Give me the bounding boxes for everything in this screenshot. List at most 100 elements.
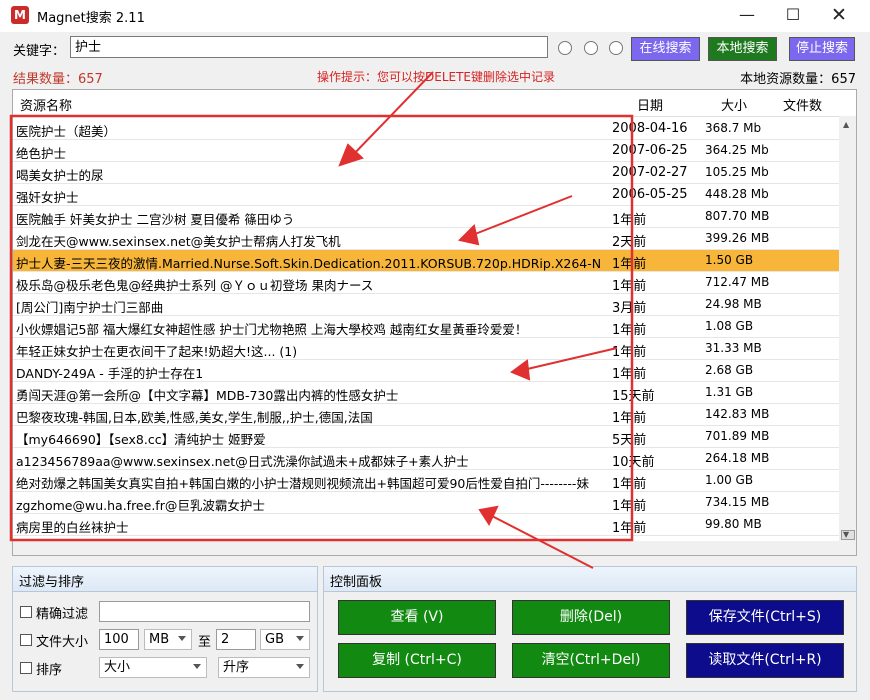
- column-header-file-count[interactable]: 文件数: [783, 95, 822, 114]
- table-row[interactable]: a123456789aa@www.sexinsex.net@日式洗澡你試過未+成…: [13, 448, 840, 470]
- load-file-button[interactable]: 读取文件(Ctrl+R): [686, 643, 844, 678]
- row-name: [周公门]南宁护士门三部曲: [16, 300, 164, 315]
- clear-button[interactable]: 清空(Ctrl+Del): [512, 643, 670, 678]
- row-name: 巴黎夜玫瑰-韩国,日本,欧美,性感,美女,学生,制服,,护士,德国,法国: [16, 410, 373, 425]
- row-name: 病房里的白丝袜护士: [16, 520, 129, 535]
- row-name: a123456789aa@www.sexinsex.net@日式洗澡你試過未+成…: [16, 454, 469, 469]
- row-size: 368.7 Mb: [705, 121, 762, 135]
- keyword-label: 关键字：: [13, 44, 66, 59]
- row-size: 807.70 MB: [705, 209, 770, 223]
- stop-search-button[interactable]: 停止搜索: [789, 37, 855, 61]
- size-max-unit-select[interactable]: GB: [260, 629, 310, 650]
- row-date: 15天前: [612, 389, 655, 404]
- row-date: 2007-02-27: [612, 165, 688, 180]
- size-min-unit-value: MB: [149, 632, 170, 647]
- table-row[interactable]: 绝对劲爆之韩国美女真实自拍+韩国白嫩的小护士潜规则视频流出+韩国超可爱90后性爱…: [13, 470, 840, 492]
- sort-field-select[interactable]: 大小: [99, 657, 207, 678]
- row-date: 1年前: [612, 345, 647, 360]
- table-row[interactable]: DANDY-249A - 手淫的护士存在1 1年前 2.68 GB: [13, 360, 840, 382]
- exact-filter-checkbox[interactable]: [20, 606, 32, 618]
- sort-checkbox[interactable]: [20, 662, 32, 674]
- table-row[interactable]: 剑龙在天@www.sexinsex.net@美女护士帮病人打发飞机 2天前 399.…: [13, 228, 840, 250]
- radio-option-3[interactable]: [609, 41, 623, 55]
- maximize-button[interactable]: ☐: [770, 0, 816, 32]
- sort-label: 排序: [36, 663, 63, 678]
- title-bar: M Magnet搜索 2.11 — ☐ ✕: [0, 0, 870, 32]
- table-row[interactable]: zgzhome@wu.ha.free.fr@巨乳波霸女护士 1年前 734.15 M…: [13, 492, 840, 514]
- scroll-up-arrow-icon[interactable]: ▲: [843, 120, 849, 129]
- result-count: 结果数量：657: [13, 72, 103, 87]
- row-size: 2.68 GB: [705, 363, 754, 377]
- size-min-input[interactable]: 100: [99, 629, 139, 650]
- row-date: 1年前: [612, 323, 647, 338]
- row-name: 强奸女护士: [16, 190, 79, 205]
- table-row[interactable]: 勇闯天涯@第一会所@【中文字幕】MDB-730露出内裤的性感女护士 15天前 1.3…: [13, 382, 840, 404]
- radio-option-1[interactable]: [558, 41, 572, 55]
- table-row[interactable]: 绝色护士 2007-06-25 364.25 Mb: [13, 140, 840, 162]
- table-row[interactable]: 喝美女护士的尿 2007-02-27 105.25 Mb: [13, 162, 840, 184]
- file-size-label: 文件大小: [36, 635, 89, 650]
- copy-button[interactable]: 复制 (Ctrl+C): [338, 643, 496, 678]
- horizontal-scrollbar[interactable]: [13, 541, 856, 555]
- online-search-button[interactable]: 在线搜索: [631, 37, 700, 61]
- row-date: 1年前: [612, 521, 647, 536]
- row-name: zgzhome@wu.ha.free.fr@巨乳波霸女护士: [16, 498, 265, 513]
- table-row[interactable]: 医院触手 奸美女护士 二宫沙树 夏目優希 篠田ゆう 1年前 807.70 MB: [13, 206, 840, 228]
- table-row[interactable]: 巴黎夜玫瑰-韩国,日本,欧美,性感,美女,学生,制服,,护士,德国,法国 1年前 1…: [13, 404, 840, 426]
- minimize-button[interactable]: —: [724, 0, 770, 32]
- size-max-unit-value: GB: [265, 632, 284, 647]
- row-date: 1年前: [612, 257, 647, 272]
- exact-filter-input[interactable]: [99, 601, 310, 622]
- row-name: 医院护士（超美）: [16, 124, 117, 139]
- table-row[interactable]: 医院护士（超美） 2008-04-16 368.7 Mb: [13, 118, 840, 140]
- row-date: 5天前: [612, 433, 647, 448]
- table-header: 资源名称 日期 大小 文件数: [13, 90, 840, 117]
- delete-button[interactable]: 删除(Del): [512, 600, 670, 635]
- local-search-button[interactable]: 本地搜索: [708, 37, 777, 61]
- row-size: 264.18 MB: [705, 451, 770, 465]
- row-size: 701.89 MB: [705, 429, 770, 443]
- row-date: 2天前: [612, 235, 647, 250]
- column-header-date[interactable]: 日期: [637, 95, 663, 114]
- row-date: 3月前: [612, 301, 647, 316]
- file-size-checkbox[interactable]: [20, 634, 32, 646]
- table-row[interactable]: [周公门]南宁护士门三部曲 3月前 24.98 MB: [13, 294, 840, 316]
- view-button[interactable]: 查看 (V): [338, 600, 496, 635]
- table-row[interactable]: 【my646690】【sex8.cc】清纯护士 姬野爱 5天前 701.89 MB: [13, 426, 840, 448]
- column-header-size[interactable]: 大小: [721, 95, 747, 114]
- table-row[interactable]: 病房里的白丝袜护士 1年前 99.80 MB: [13, 514, 840, 536]
- row-size: 1.00 GB: [705, 473, 754, 487]
- row-date: 1年前: [612, 499, 647, 514]
- row-date: 1年前: [612, 279, 647, 294]
- row-size: 105.25 Mb: [705, 165, 769, 179]
- close-button[interactable]: ✕: [816, 0, 862, 32]
- column-header-name[interactable]: 资源名称: [20, 95, 72, 114]
- size-min-unit-select[interactable]: MB: [144, 629, 192, 650]
- size-to-label: 至: [198, 635, 212, 650]
- table-row[interactable]: 年轻正妹女护士在更衣间干了起来!奶超大!这... (1) 1年前 31.33 MB: [13, 338, 840, 360]
- chevron-down-icon: [193, 664, 201, 669]
- operation-hint: 操作提示：您可以按DELETE键删除选中记录: [317, 70, 556, 84]
- row-size: 399.26 MB: [705, 231, 770, 245]
- sort-order-select[interactable]: 升序: [218, 657, 310, 678]
- table-row[interactable]: 护士人妻-三天三夜的激情.Married.Nurse.Soft.Skin.Ded…: [13, 250, 840, 272]
- table-row[interactable]: 小伙嫖娼记5部 福大爆红女神超性感 护士门尤物艳照 上海大學校鸡 越南红女星黃垂…: [13, 316, 840, 338]
- size-max-input[interactable]: 2: [216, 629, 256, 650]
- row-size: 448.28 Mb: [705, 187, 769, 201]
- row-name: 极乐岛@极乐老色鬼@经典护士系列 @Ｙｏｕ初登场 果肉ナース: [16, 278, 374, 293]
- vertical-scrollbar[interactable]: ▲ ▼: [839, 116, 856, 541]
- row-name: 医院触手 奸美女护士 二宫沙树 夏目優希 篠田ゆう: [16, 212, 295, 227]
- row-size: 99.80 MB: [705, 517, 762, 531]
- row-name: 绝色护士: [16, 146, 67, 161]
- scroll-down-arrow-icon[interactable]: ▼: [843, 530, 849, 539]
- table-row[interactable]: 强奸女护士 2006-05-25 448.28 Mb: [13, 184, 840, 206]
- radio-option-2[interactable]: [584, 41, 598, 55]
- row-size: 734.15 MB: [705, 495, 770, 509]
- keyword-input[interactable]: 护士: [70, 36, 548, 58]
- save-file-button[interactable]: 保存文件(Ctrl+S): [686, 600, 844, 635]
- row-date: 2008-04-16: [612, 121, 688, 136]
- row-name: 小伙嫖娼记5部 福大爆红女神超性感 护士门尤物艳照 上海大學校鸡 越南红女星黃垂…: [16, 322, 528, 337]
- app-magnet-icon: M: [11, 6, 29, 24]
- table-row[interactable]: 极乐岛@极乐老色鬼@经典护士系列 @Ｙｏｕ初登场 果肉ナース 1年前 712.47 …: [13, 272, 840, 294]
- row-name: 【my646690】【sex8.cc】清纯护士 姬野爱: [16, 432, 266, 447]
